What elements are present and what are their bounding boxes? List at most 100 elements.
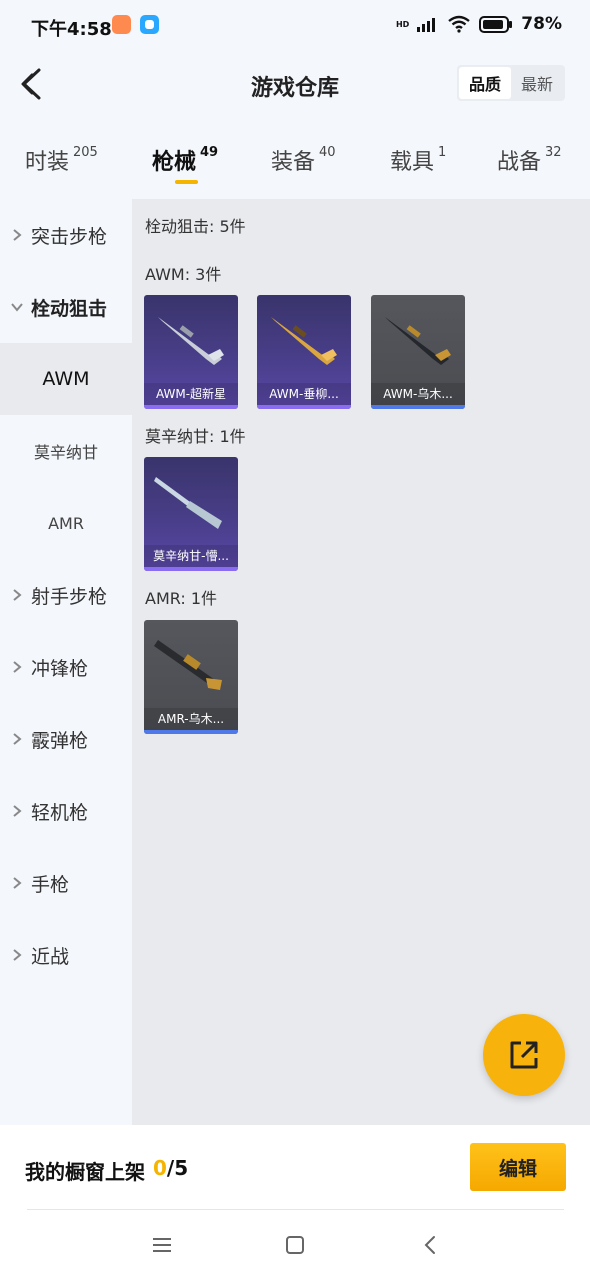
sidebar-item-label: 冲锋枪 [31, 657, 89, 680]
hd-indicator: HD [395, 19, 410, 29]
back-arrow-icon [21, 68, 41, 100]
section-header-mosin-nagant: 莫辛纳甘: 1件 [145, 427, 246, 446]
active-tab-indicator [175, 180, 198, 184]
battery-icon [479, 15, 513, 33]
menu-icon [153, 1238, 171, 1252]
edit-button[interactable]: 编辑 [470, 1143, 566, 1191]
showcase-shelf-status: 我的橱窗上架 0 /5 [25, 1156, 188, 1185]
signal-icon [417, 18, 436, 32]
nav-home-button[interactable] [280, 1232, 310, 1258]
item-card[interactable]: AMR-乌木... [144, 620, 238, 734]
sidebar-item-label: 栓动狙击 [31, 297, 108, 320]
rifle-icon [271, 317, 337, 365]
share-fab-button[interactable] [483, 1014, 565, 1096]
status-bar: 下午4:58 HD 78% [0, 0, 590, 52]
home-square-icon [286, 1236, 304, 1254]
rifle-icon [154, 477, 222, 529]
sidebar-subitem-amr[interactable]: AMR [0, 487, 132, 559]
chevron-down-icon [11, 303, 23, 312]
showcase-label: 我的橱窗上架 [25, 1160, 145, 1184]
tab-label: 战备 [497, 150, 542, 175]
section-header-amr: AMR: 1件 [145, 589, 218, 608]
sidebar-item-pistol[interactable]: 手枪 [0, 847, 132, 919]
chevron-right-icon [13, 229, 22, 241]
tab-equipment[interactable]: 装备 40 [271, 144, 336, 176]
tab-fashion[interactable]: 时装 205 [25, 144, 98, 176]
back-chevron-icon [424, 1236, 435, 1254]
chevron-right-icon [13, 949, 22, 961]
tab-count: 205 [73, 145, 98, 160]
tab-label: 载具 [390, 150, 435, 175]
status-time: 下午4:58 [31, 19, 112, 40]
sidebar-item-label: 轻机枪 [31, 801, 89, 824]
tab-label: 时装 [25, 150, 70, 175]
sidebar-item-label: 手枪 [31, 873, 70, 896]
sidebar-item-lmg[interactable]: 轻机枪 [0, 775, 132, 847]
chevron-right-icon [13, 589, 22, 601]
item-card-name: AWM-超新星 [144, 383, 238, 405]
sidebar-item-melee[interactable]: 近战 [0, 919, 132, 991]
sidebar-item-marksman-rifle[interactable]: 射手步枪 [0, 559, 132, 631]
showcase-current-count: 0 [153, 1156, 167, 1180]
tab-count: 40 [319, 145, 336, 160]
system-nav-bar [0, 1210, 590, 1280]
sidebar-item-smg[interactable]: 冲锋枪 [0, 631, 132, 703]
tab-count: 32 [545, 145, 562, 160]
nav-menu-button[interactable] [147, 1232, 177, 1258]
item-card-name: AWM-垂柳... [257, 383, 351, 405]
sidebar-subitem-awm[interactable]: AWM [0, 343, 132, 415]
sidebar-item-label: 突击步枪 [31, 225, 108, 248]
item-card[interactable]: AWM-垂柳... [257, 295, 351, 409]
rarity-bar [144, 405, 238, 409]
item-card[interactable]: AWM-超新星 [144, 295, 238, 409]
rarity-bar [371, 405, 465, 409]
section-header-awm: AWM: 3件 [145, 265, 222, 284]
sort-toggle: 品质 最新 [457, 65, 565, 101]
item-card-name: AMR-乌木... [144, 708, 238, 730]
app-notification-icon [112, 15, 131, 34]
nav-back-button[interactable] [415, 1232, 445, 1258]
category-tabs: 时装 205 枪械 49 装备 40 载具 1 战备 32 [0, 130, 590, 190]
rarity-bar [257, 405, 351, 409]
tab-combat-gear[interactable]: 战备 32 [497, 144, 562, 176]
chevron-right-icon [13, 733, 22, 745]
tab-count: 49 [200, 145, 219, 160]
back-button[interactable] [14, 66, 48, 102]
wifi-icon [448, 15, 471, 33]
sidebar-item-bolt-action-sniper[interactable]: 栓动狙击 [0, 271, 132, 343]
share-external-icon [510, 1041, 538, 1069]
header: 游戏仓库 品质 最新 [0, 52, 590, 116]
sidebar-item-label: 射手步枪 [31, 585, 108, 608]
rifle-icon [158, 317, 224, 365]
chevron-right-icon [13, 661, 22, 673]
category-header: 栓动狙击: 5件 [145, 217, 246, 236]
app-notification-icon-2 [140, 15, 159, 34]
tab-count: 1 [438, 145, 447, 160]
item-card[interactable]: 莫辛纳甘-懵... [144, 457, 238, 571]
chevron-right-icon [13, 805, 22, 817]
battery-level: 78% [521, 14, 562, 34]
chevron-right-icon [13, 877, 22, 889]
sidebar-item-shotgun[interactable]: 霰弹枪 [0, 703, 132, 775]
showcase-bar: 我的橱窗上架 0 /5 编辑 [0, 1125, 590, 1210]
rarity-bar [144, 730, 238, 734]
weapon-category-sidebar: 突击步枪 栓动狙击 AWM 莫辛纳甘 AMR 射手步枪 冲锋枪 霰弹枪 轻机枪 … [0, 199, 132, 1125]
sidebar-subitem-mosin-nagant[interactable]: 莫辛纳甘 [0, 415, 132, 487]
tab-vehicles[interactable]: 载具 1 [390, 144, 446, 176]
item-grid-panel: 栓动狙击: 5件 AWM: 3件 AWM-超新星 AWM-垂柳... AWM-乌… [132, 199, 590, 1125]
rifle-icon [385, 317, 451, 365]
tab-firearms[interactable]: 枪械 49 [152, 144, 218, 176]
sidebar-item-assault-rifle[interactable]: 突击步枪 [0, 199, 132, 271]
sort-quality-option[interactable]: 品质 [459, 67, 511, 99]
tab-label: 枪械 [152, 150, 197, 175]
rarity-bar [144, 567, 238, 571]
item-card[interactable]: AWM-乌木... [371, 295, 465, 409]
sidebar-item-label: 霰弹枪 [31, 729, 89, 752]
rifle-icon [154, 640, 222, 690]
tab-label: 装备 [271, 150, 316, 175]
item-card-name: 莫辛纳甘-懵... [144, 545, 238, 567]
sidebar-item-label: 近战 [31, 945, 70, 968]
item-card-name: AWM-乌木... [371, 383, 465, 405]
showcase-max-count: /5 [166, 1156, 189, 1180]
sort-newest-option[interactable]: 最新 [511, 67, 563, 99]
